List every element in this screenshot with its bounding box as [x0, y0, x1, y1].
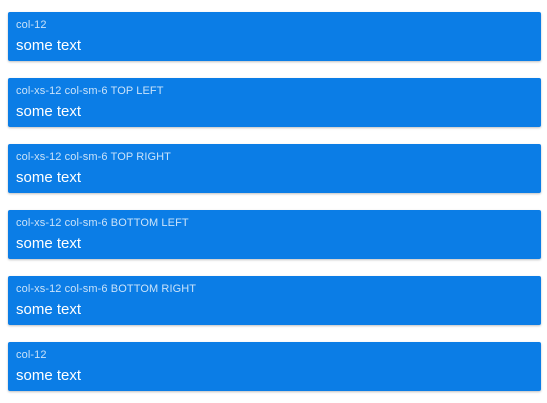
card-class-label: col-xs-12 col-sm-6 TOP RIGHT	[16, 151, 171, 163]
card-text: some text	[16, 169, 82, 186]
card-text: some text	[16, 301, 82, 318]
card-class-label: col-xs-12 col-sm-6 BOTTOM RIGHT	[16, 283, 197, 295]
card-col-12-bottom: col-12 some text	[8, 342, 541, 391]
card-class-label: col-xs-12 col-sm-6 BOTTOM LEFT	[16, 217, 189, 229]
card-text: some text	[16, 367, 82, 384]
card-text: some text	[16, 103, 82, 120]
card-class-label: col-xs-12 col-sm-6 TOP LEFT	[16, 85, 164, 97]
card-top-right: col-xs-12 col-sm-6 TOP RIGHT some text	[8, 144, 541, 193]
card-col-12-top: col-12 some text	[8, 12, 541, 61]
card-top-left: col-xs-12 col-sm-6 TOP LEFT some text	[8, 78, 541, 127]
grid-container: col-12 some text col-xs-12 col-sm-6 TOP …	[0, 0, 547, 403]
card-text: some text	[16, 37, 82, 54]
card-bottom-right: col-xs-12 col-sm-6 BOTTOM RIGHT some tex…	[8, 276, 541, 325]
card-bottom-left: col-xs-12 col-sm-6 BOTTOM LEFT some text	[8, 210, 541, 259]
card-class-label: col-12	[16, 349, 47, 361]
card-class-label: col-12	[16, 19, 47, 31]
card-text: some text	[16, 235, 82, 252]
